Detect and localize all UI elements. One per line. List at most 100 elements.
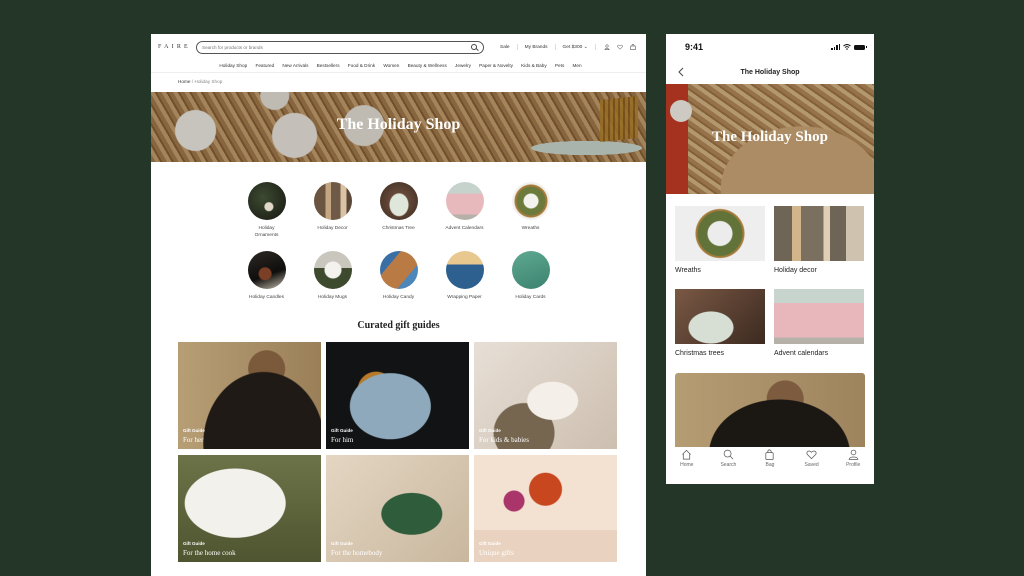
- category-image[interactable]: [379, 182, 418, 220]
- my-brands-link[interactable]: My Brands: [518, 45, 555, 50]
- category-item[interactable]: Wrapping Paper: [432, 251, 498, 301]
- search-bar[interactable]: [196, 40, 484, 54]
- heart-icon[interactable]: [616, 44, 623, 50]
- bag-icon[interactable]: [630, 44, 636, 50]
- logo[interactable]: FAIRE: [158, 44, 196, 50]
- category-item[interactable]: Holiday Decor: [300, 182, 366, 239]
- tab-search[interactable]: Search: [713, 449, 743, 474]
- gift-guide-grid: Gift Guide For her Gift Guide For him Gift…: [151, 342, 646, 562]
- gift-guide-card[interactable]: Gift Guide For him: [326, 342, 469, 449]
- mobile-category-tile[interactable]: Holiday decor: [774, 206, 864, 289]
- guide-title: For her: [183, 436, 204, 444]
- wifi-icon: [843, 44, 851, 50]
- back-icon[interactable]: [677, 67, 685, 77]
- tile-image[interactable]: [774, 206, 864, 261]
- sale-link[interactable]: Sale: [493, 45, 517, 50]
- mobile-page-title: The Holiday Shop: [740, 68, 800, 76]
- mobile-hero-title: The Holiday Shop: [712, 129, 828, 145]
- category-item[interactable]: Holiday Ornaments: [234, 182, 300, 239]
- mobile-nav-bar: The Holiday Shop: [666, 60, 874, 84]
- guide-kicker: Gift Guide: [479, 428, 501, 433]
- header-icons: [604, 44, 636, 50]
- nav-bestsellers[interactable]: Bestsellers: [317, 63, 340, 68]
- category-image[interactable]: [445, 251, 484, 289]
- tab-label: Search: [720, 462, 737, 468]
- category-item[interactable]: Holiday Candles: [234, 251, 300, 301]
- heart-icon: [806, 450, 817, 460]
- category-image[interactable]: [247, 182, 286, 220]
- tile-image[interactable]: [675, 289, 765, 344]
- tile-label: Christmas trees: [675, 350, 725, 357]
- mobile-category-tile[interactable]: Christmas trees: [675, 289, 765, 372]
- category-item[interactable]: Holiday Mugs: [300, 251, 366, 301]
- nav-new-arrivals[interactable]: New Arrivals: [282, 63, 308, 68]
- profile-icon: [848, 449, 858, 460]
- category-item[interactable]: Wreaths: [498, 182, 564, 239]
- mobile-hero-banner: The Holiday Shop: [666, 84, 874, 194]
- nav-food-drink[interactable]: Food & Drink: [348, 63, 375, 68]
- nav-jewelry[interactable]: Jewelry: [455, 63, 471, 68]
- nav-paper-novelty[interactable]: Paper & Novelty: [479, 63, 513, 68]
- tab-label: Saved: [804, 462, 819, 468]
- category-label: Advent Calendars: [445, 226, 484, 231]
- guide-title: For the homebody: [331, 549, 383, 557]
- guide-kicker: Gift Guide: [331, 541, 353, 546]
- tile-label: Advent calendars: [774, 350, 829, 357]
- gift-guide-card[interactable]: Gift Guide For the homebody: [326, 455, 469, 562]
- tab-bar: Home Search Bag Saved Profile: [666, 447, 874, 474]
- mobile-category-tile[interactable]: Advent calendars: [774, 289, 864, 372]
- get-300-dropdown[interactable]: Get $300 ⌄: [556, 45, 595, 50]
- category-item[interactable]: Holiday Cards: [498, 251, 564, 301]
- tile-image[interactable]: [675, 206, 765, 261]
- tab-home[interactable]: Home: [672, 449, 702, 474]
- guide-title: For him: [331, 436, 354, 444]
- nav-kids-baby[interactable]: Kids & Baby: [521, 63, 547, 68]
- guide-title: For the home cook: [183, 549, 236, 557]
- signal-icon: [831, 44, 840, 50]
- category-label: Holiday Candy: [382, 295, 415, 300]
- category-image[interactable]: [247, 251, 286, 289]
- status-icons: [831, 44, 867, 50]
- category-item[interactable]: Christmas Tree: [366, 182, 432, 239]
- battery-icon: [854, 44, 867, 50]
- hero-banner: The Holiday Shop: [151, 92, 646, 162]
- search-input[interactable]: [202, 44, 452, 50]
- category-grid: Holiday Ornaments Holiday Decor Christma…: [151, 182, 646, 301]
- nav-holiday-shop[interactable]: Holiday Shop: [219, 63, 247, 68]
- category-image[interactable]: [379, 251, 418, 289]
- tile-image[interactable]: [774, 289, 864, 344]
- nav-women[interactable]: Women: [383, 63, 399, 68]
- gift-guide-card[interactable]: Gift Guide For her: [178, 342, 321, 449]
- breadcrumb-home[interactable]: Home: [178, 79, 191, 84]
- category-image[interactable]: [511, 251, 550, 289]
- gift-guide-card[interactable]: Gift Guide Unique gifts: [474, 455, 617, 562]
- category-image[interactable]: [445, 182, 484, 220]
- tab-profile[interactable]: Profile: [838, 449, 868, 474]
- nav-featured[interactable]: Featured: [255, 63, 274, 68]
- category-image[interactable]: [313, 251, 352, 289]
- nav-pets[interactable]: Pets: [555, 63, 564, 68]
- search-icon[interactable]: [471, 44, 477, 50]
- mobile-category-tile[interactable]: Wreaths: [675, 206, 765, 289]
- category-item[interactable]: Holiday Candy: [366, 251, 432, 301]
- site-header: FAIRE Sale My Brands Get $300 ⌄: [151, 36, 646, 58]
- category-label: Holiday Ornaments: [254, 226, 279, 238]
- status-bar: 9:41: [666, 34, 874, 60]
- gift-guide-card[interactable]: Gift Guide For the home cook: [178, 455, 321, 562]
- gift-guide-card[interactable]: Gift Guide For kids & babies: [474, 342, 617, 449]
- account-icon[interactable]: [604, 44, 610, 50]
- tab-saved[interactable]: Saved: [797, 449, 827, 474]
- category-item[interactable]: Advent Calendars: [432, 182, 498, 239]
- mobile-featured-guide[interactable]: [675, 373, 865, 447]
- category-label: Holiday Decor: [317, 226, 348, 231]
- home-icon: [682, 449, 692, 460]
- nav-beauty-wellness[interactable]: Beauty & Wellness: [408, 63, 447, 68]
- tab-bag[interactable]: Bag: [755, 449, 785, 474]
- guide-title: Unique gifts: [479, 549, 514, 557]
- category-image[interactable]: [511, 182, 550, 220]
- nav-men[interactable]: Men: [572, 63, 581, 68]
- category-label: Holiday Candles: [249, 295, 284, 300]
- bag-icon: [765, 449, 775, 460]
- category-image[interactable]: [313, 182, 352, 220]
- guide-kicker: Gift Guide: [479, 541, 501, 546]
